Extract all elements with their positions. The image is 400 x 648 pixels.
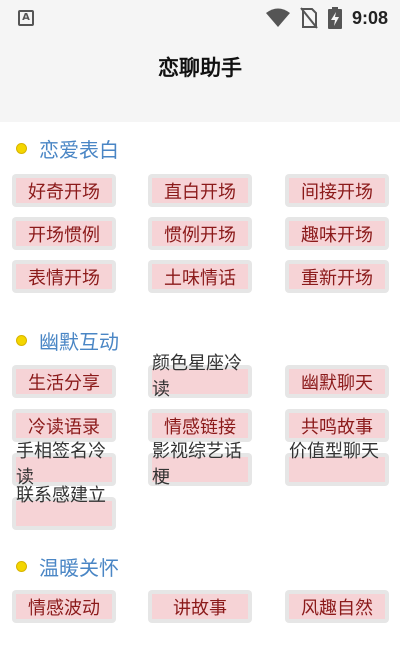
chip-item[interactable]: 联系感建立	[12, 485, 116, 530]
bullet-dot-icon	[16, 334, 27, 346]
chip-item[interactable]: 情感链接	[148, 409, 252, 442]
chip-label: 颜色星座冷读	[152, 353, 242, 400]
chip-item[interactable]: 情感波动	[12, 590, 116, 623]
chip-label: 趣味开场	[301, 224, 373, 246]
chip-item[interactable]: 重新开场	[285, 260, 389, 293]
clock: 9:08	[351, 7, 388, 28]
chip-item[interactable]: 手相签名冷读	[12, 441, 116, 488]
chip-item[interactable]: 颜色星座冷读	[148, 353, 252, 400]
accessibility-icon: A	[18, 10, 34, 26]
chip-item[interactable]: 表情开场	[12, 260, 116, 293]
battery-charging-icon	[327, 7, 342, 29]
chip-label: 共鸣故事	[301, 416, 373, 438]
chip-item[interactable]: 风趣自然	[285, 590, 389, 623]
chip-label: 情感波动	[28, 597, 100, 619]
status-bar: A 9:08	[0, 0, 400, 36]
page-title: 恋聊助手	[158, 56, 242, 80]
chip-item[interactable]: 间接开场	[285, 174, 389, 207]
chip-label: 风趣自然	[301, 597, 373, 619]
section-title: 恋爱表白	[39, 137, 119, 162]
chip-label: 幽默聊天	[301, 372, 373, 394]
chip-item[interactable]: 开场惯例	[12, 217, 116, 250]
chip-item[interactable]: 生活分享	[12, 365, 116, 398]
chip-label: 开场惯例	[28, 224, 100, 246]
chip-item[interactable]: 幽默聊天	[285, 365, 389, 398]
chip-item[interactable]: 好奇开场	[12, 174, 116, 207]
chip-label: 间接开场	[301, 181, 373, 203]
chip-label: 直白开场	[164, 181, 236, 203]
chip-item[interactable]: 价值型聊天	[285, 441, 389, 486]
chip-label: 讲故事	[173, 597, 227, 619]
chip-label: 惯例开场	[164, 224, 236, 246]
section-header: 幽默互动	[16, 326, 119, 354]
chip-label: 表情开场	[28, 267, 100, 289]
bullet-dot-icon	[16, 142, 27, 154]
chip-label: 好奇开场	[28, 181, 100, 203]
section-header: 温暖关怀	[16, 552, 119, 580]
section-title: 温暖关怀	[39, 555, 119, 580]
chip-item[interactable]: 直白开场	[148, 174, 252, 207]
chip-item[interactable]: 共鸣故事	[285, 409, 389, 442]
chip-label: 土味情话	[164, 267, 236, 289]
chip-item[interactable]: 讲故事	[148, 590, 252, 623]
section-title: 幽默互动	[39, 329, 119, 354]
chip-label: 生活分享	[28, 372, 100, 394]
section-header: 恋爱表白	[16, 134, 119, 162]
status-icons: 9:08	[265, 7, 388, 29]
chip-label: 价值型聊天	[289, 441, 379, 462]
chip-item[interactable]: 影视综艺话梗	[148, 441, 252, 488]
chip-item[interactable]: 冷读语录	[12, 409, 116, 442]
app-bar: 恋聊助手	[0, 36, 400, 100]
chip-label: 情感链接	[164, 416, 236, 438]
bullet-dot-icon	[16, 560, 27, 572]
chip-label: 冷读语录	[28, 416, 100, 438]
chip-label: 重新开场	[301, 267, 373, 289]
chip-label: 联系感建立	[16, 485, 106, 506]
chip-item[interactable]: 趣味开场	[285, 217, 389, 250]
wifi-icon	[265, 8, 290, 27]
chip-item[interactable]: 惯例开场	[148, 217, 252, 250]
chip-label: 影视综艺话梗	[152, 441, 242, 488]
no-sim-icon	[300, 7, 318, 29]
content-area: 恋爱表白 好奇开场 直白开场 间接开场 开场惯例 惯例开场 趣味开场 表情开场 …	[0, 122, 400, 648]
chip-item[interactable]: 土味情话	[148, 260, 252, 293]
